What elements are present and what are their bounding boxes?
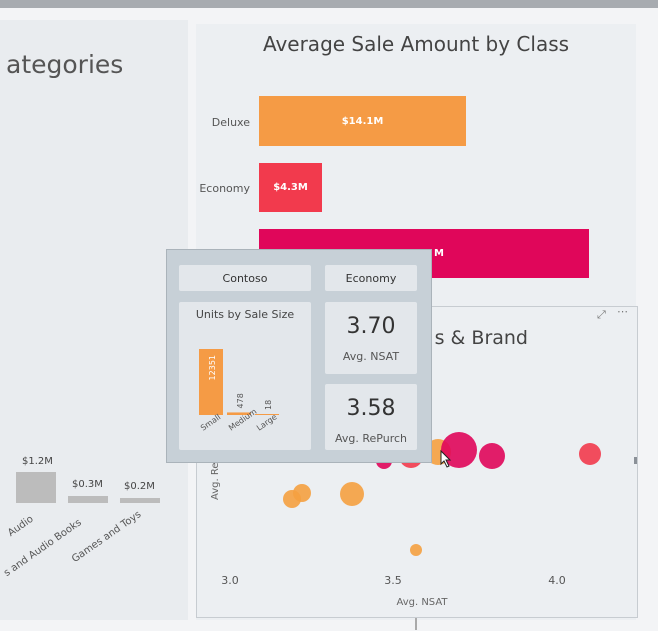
units-data-label: 12351 [208, 355, 217, 380]
units-data-label: 478 [236, 393, 245, 408]
scatter-bubble[interactable] [293, 484, 311, 502]
nsat-label: Avg. NSAT [342, 350, 400, 363]
units-axis-label: Medium [227, 407, 259, 433]
scatter-bubble[interactable] [410, 544, 422, 556]
x-axis-label: Avg. NSAT [396, 597, 448, 608]
tooltip-brand-card: Contoso [179, 265, 311, 291]
units-data-label: 18 [264, 400, 273, 410]
tooltip-class-card: Economy [325, 265, 417, 291]
units-bar [255, 414, 279, 415]
units-by-sale-size-card: Units by Sale Size 12351 Small 478 Medium 18… [179, 302, 311, 450]
scatter-bubble[interactable] [479, 443, 505, 469]
units-axis-label: Large [255, 412, 279, 432]
repurch-label: Avg. RePurch [335, 432, 407, 445]
x-tick-label: 3.5 [384, 574, 402, 587]
units-axis-label: Small [199, 413, 222, 433]
nsat-card: 3.70 Avg. NSAT [325, 302, 417, 374]
scatter-bubble[interactable] [340, 482, 364, 506]
scatter-bubble[interactable] [579, 443, 601, 465]
nsat-value: 3.70 [346, 314, 396, 339]
units-bar-chart: 12351 Small 478Medium 18 Large [199, 349, 279, 433]
x-tick-label: 4.0 [548, 574, 566, 587]
resize-handle[interactable] [634, 457, 637, 464]
report-page-tooltip: Contoso Economy Units by Sale Size 12351… [166, 249, 432, 463]
x-tick-label: 3.0 [221, 574, 239, 587]
repurch-card: 3.58 Avg. RePurch [325, 384, 417, 450]
y-axis-label: Avg. Re [210, 462, 221, 500]
repurch-value: 3.58 [346, 396, 396, 421]
